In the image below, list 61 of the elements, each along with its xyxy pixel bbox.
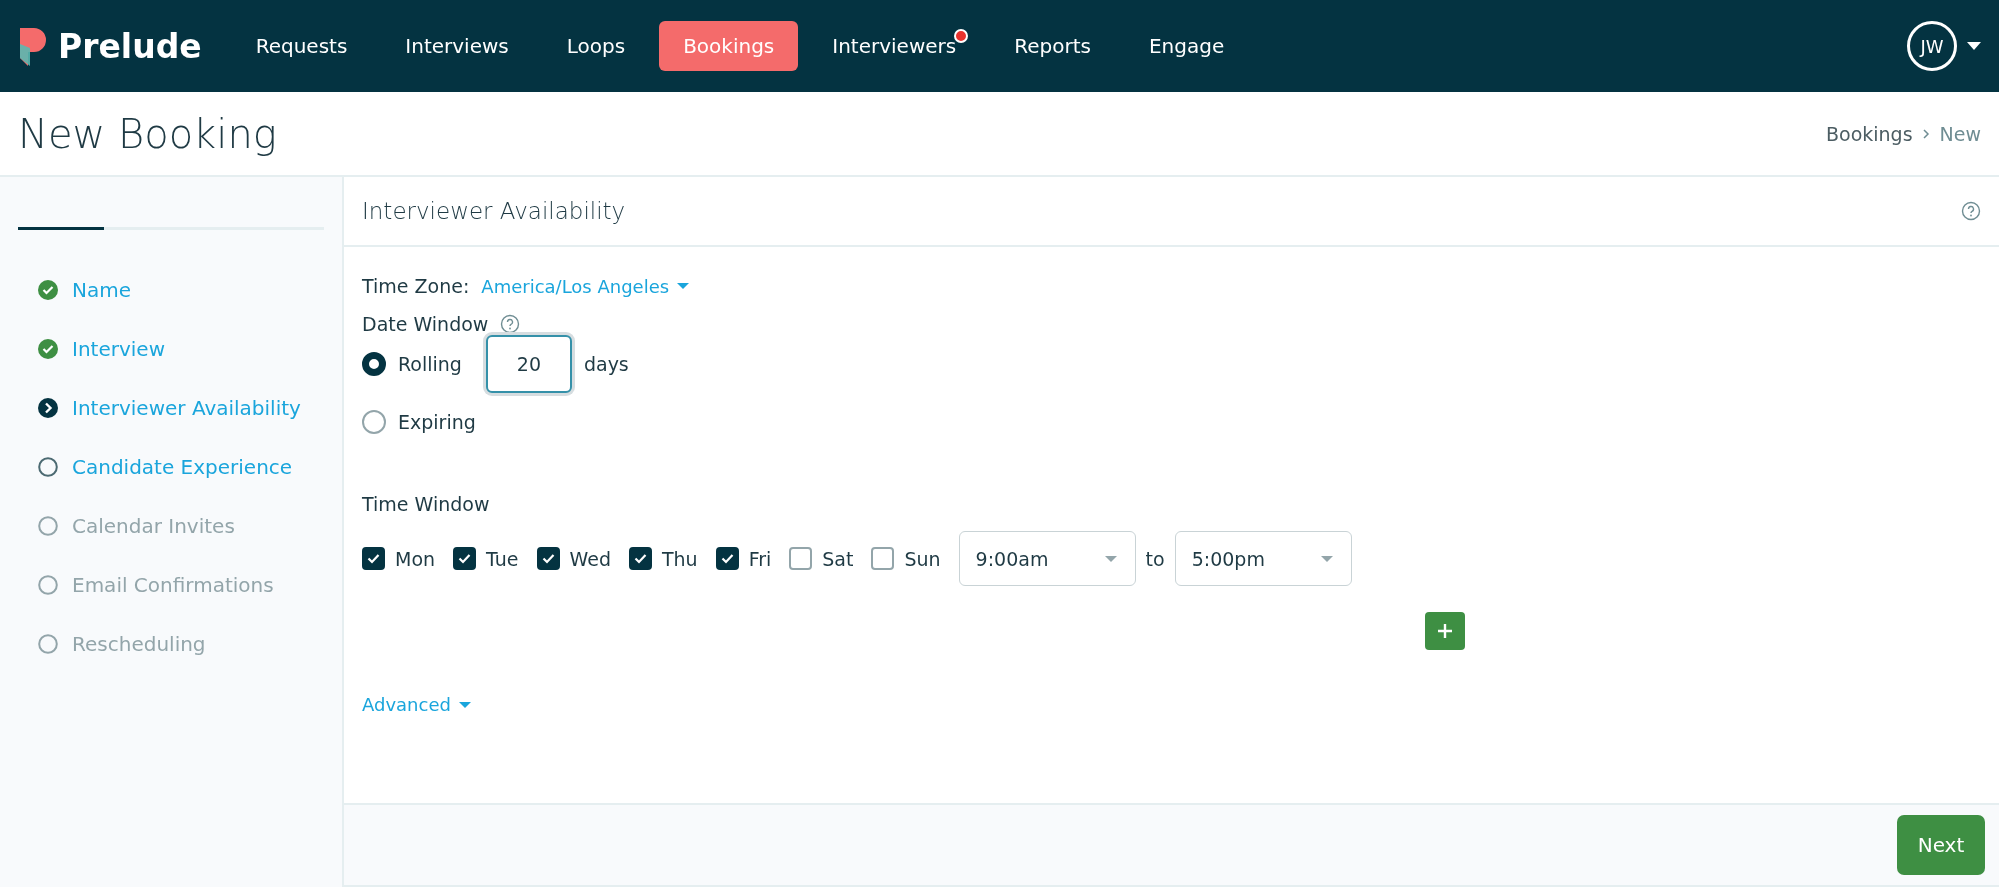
circle-icon	[38, 633, 58, 654]
checkbox[interactable]	[871, 547, 895, 570]
caret-icon	[1967, 42, 1981, 50]
checkbox[interactable]	[628, 547, 652, 570]
nav-tab[interactable]: Requests	[231, 21, 372, 71]
time-select[interactable]: 9:00am	[958, 531, 1136, 586]
checkbox-label: Thu	[661, 547, 698, 570]
help-icon	[500, 314, 521, 334]
days-input[interactable]: 20	[485, 335, 572, 393]
caret-icon	[458, 701, 471, 708]
checkbox-label: Sun	[904, 547, 941, 570]
checkmark-icon	[367, 553, 380, 564]
add-button[interactable]	[1425, 612, 1465, 650]
radio-button[interactable]	[362, 352, 386, 376]
checkbox[interactable]	[362, 547, 385, 570]
time-select[interactable]: 5:00pm	[1174, 531, 1352, 586]
panel-title: Interviewer Availability	[362, 198, 626, 224]
nav-tab[interactable]: Loops	[542, 21, 650, 71]
circle-icon	[38, 515, 58, 536]
separator-text: to	[1145, 547, 1165, 570]
checkbox[interactable]	[536, 547, 560, 570]
checkmark-icon	[633, 553, 647, 564]
plus-icon	[1437, 623, 1453, 639]
caret-icon	[1104, 555, 1117, 562]
check-circle-icon	[38, 279, 58, 300]
chevron-circle-icon	[38, 397, 58, 418]
caret-icon	[1320, 555, 1333, 562]
radio-button[interactable]	[362, 410, 386, 434]
checkmark-icon	[541, 553, 555, 564]
field-label: Date Window	[362, 313, 489, 335]
check-circle-icon	[38, 338, 58, 359]
circle-icon	[38, 574, 58, 595]
field-label: Time Window	[362, 493, 490, 515]
nav-tab[interactable]: Engage	[1124, 21, 1249, 71]
page-title: New Booking	[18, 110, 277, 157]
checkbox-label: Fri	[748, 547, 772, 570]
caret-icon	[677, 283, 690, 289]
radio-label: Rolling	[398, 353, 462, 375]
field-label: Time Zone:	[362, 275, 470, 297]
breadcrumb-current: New	[1939, 122, 1981, 145]
checkbox[interactable]	[789, 547, 813, 570]
radio-label: Expiring	[398, 411, 476, 433]
help-icon[interactable]	[1961, 201, 1981, 221]
checkbox[interactable]	[715, 547, 739, 570]
checkbox-label: Tue	[486, 547, 519, 570]
user-avatar[interactable]: JW	[1907, 21, 1957, 71]
checkbox-label: Mon	[395, 547, 436, 570]
nav-tab[interactable]: Reports	[990, 21, 1115, 71]
checkbox[interactable]	[453, 547, 477, 570]
circle-icon	[38, 456, 58, 477]
logo-text: Prelude	[58, 26, 202, 66]
breadcrumb-link[interactable]: Bookings	[1825, 122, 1913, 145]
checkbox-label: Sat	[822, 547, 854, 570]
checkmark-icon	[458, 553, 472, 564]
nav-tab[interactable]: Interviewers	[808, 21, 981, 71]
checkbox-label: Wed	[569, 547, 611, 570]
nav-tab[interactable]: Interviews	[381, 21, 533, 71]
unit-label: days	[583, 353, 629, 375]
next-button[interactable]: Next	[1897, 815, 1985, 875]
chevron-icon	[1922, 128, 1930, 139]
checkmark-icon	[720, 553, 734, 564]
